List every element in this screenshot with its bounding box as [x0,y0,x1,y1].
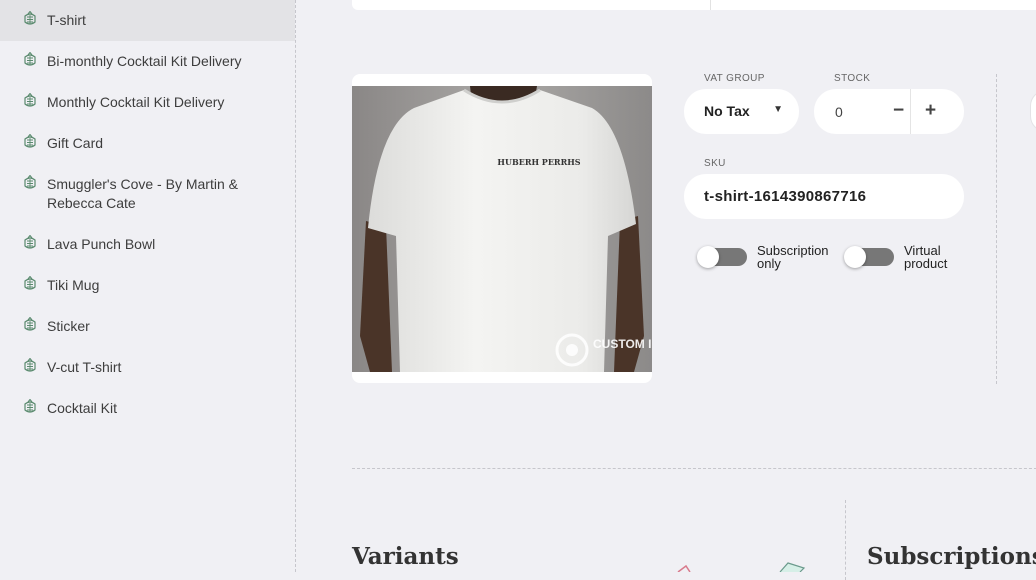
sidebar-item-label: Monthly Cocktail Kit Delivery [47,94,225,110]
shirt-print-text: HUBERH PERRHS [497,157,580,167]
offscreen-field[interactable] [1030,90,1036,132]
pineapple-icon [22,317,38,333]
sidebar-item[interactable]: Sticker [0,306,295,347]
sidebar-item-label: Sticker [47,318,90,334]
product-list: T-shirt Bi-monthly Cocktail Kit Delivery M… [0,0,295,429]
sidebar-item-label: Bi-monthly Cocktail Kit Delivery [47,53,242,69]
sidebar-item[interactable]: V-cut T-shirt [0,347,295,388]
sidebar-item-label: V-cut T-shirt [47,359,122,375]
sidebar-item[interactable]: Smuggler's Cove - By Martin & Rebecca Ca… [0,164,295,224]
pineapple-icon [22,235,38,251]
sidebar-item-label: Cocktail Kit [47,400,118,416]
pineapple-icon [22,358,38,374]
increment-button[interactable]: + [925,100,936,122]
top-card-divider [710,0,711,10]
sidebar-item[interactable]: Bi-monthly Cocktail Kit Delivery [0,41,295,82]
pineapple-icon [22,11,38,27]
sidebar-item[interactable]: Gift Card [0,123,295,164]
decrement-button[interactable]: − [893,100,904,122]
variants-title: Variants [352,543,459,570]
sku-label: SKU [704,158,726,169]
vat-group-label: VAT GROUP [704,73,765,84]
variants-illustration [677,562,806,572]
virtual-product-toggle[interactable] [844,246,894,268]
top-card [352,0,1036,10]
product-sidebar: T-shirt Bi-monthly Cocktail Kit Delivery M… [0,0,296,572]
product-image-card[interactable]: HUBERH PERRHS CUSTOM INK [352,74,652,383]
sidebar-item-label: Smuggler's Cove - By Martin & Rebecca Ca… [47,176,238,211]
stock-stepper: 0 − + [814,89,964,134]
pineapple-icon [22,399,38,415]
product-image: HUBERH PERRHS CUSTOM INK [352,86,652,372]
pineapple-icon [22,52,38,68]
sidebar-item[interactable]: Tiki Mug [0,265,295,306]
column-divider [996,74,997,384]
sidebar-item[interactable]: Lava Punch Bowl [0,224,295,265]
toggle-knob [697,246,719,268]
sidebar-item-label: Lava Punch Bowl [47,236,156,252]
sidebar-item[interactable]: Monthly Cocktail Kit Delivery [0,82,295,123]
section-divider [352,468,1036,469]
sidebar-item[interactable]: Cocktail Kit [0,388,295,429]
pineapple-icon [22,276,38,292]
subscription-only-toggle[interactable] [697,246,747,268]
pineapple-icon [22,93,38,109]
stock-label: STOCK [834,73,871,84]
caret-down-icon: ▼ [773,104,783,115]
sidebar-item-label: Tiki Mug [47,277,100,293]
subscriptions-title: Subscriptions [867,543,1036,570]
section-column-divider [845,500,846,580]
toggle-knob [844,246,866,268]
virtual-product-label: Virtual product [904,243,948,271]
vat-group-select[interactable]: No Tax ▼ [684,89,799,134]
stock-divider [910,89,911,134]
pineapple-icon [22,175,38,191]
sidebar-item-label: Gift Card [47,135,104,151]
vat-group-value: No Tax [704,103,750,119]
pineapple-icon [22,134,38,150]
subscription-only-label: Subscription only [757,243,829,271]
sidebar-item[interactable]: T-shirt [0,0,295,41]
sidebar-item-label: T-shirt [47,12,86,28]
stock-input[interactable]: 0 [835,104,843,120]
image-watermark: CUSTOM INK [593,337,652,351]
sku-input[interactable]: t-shirt-1614390867716 [684,174,964,219]
